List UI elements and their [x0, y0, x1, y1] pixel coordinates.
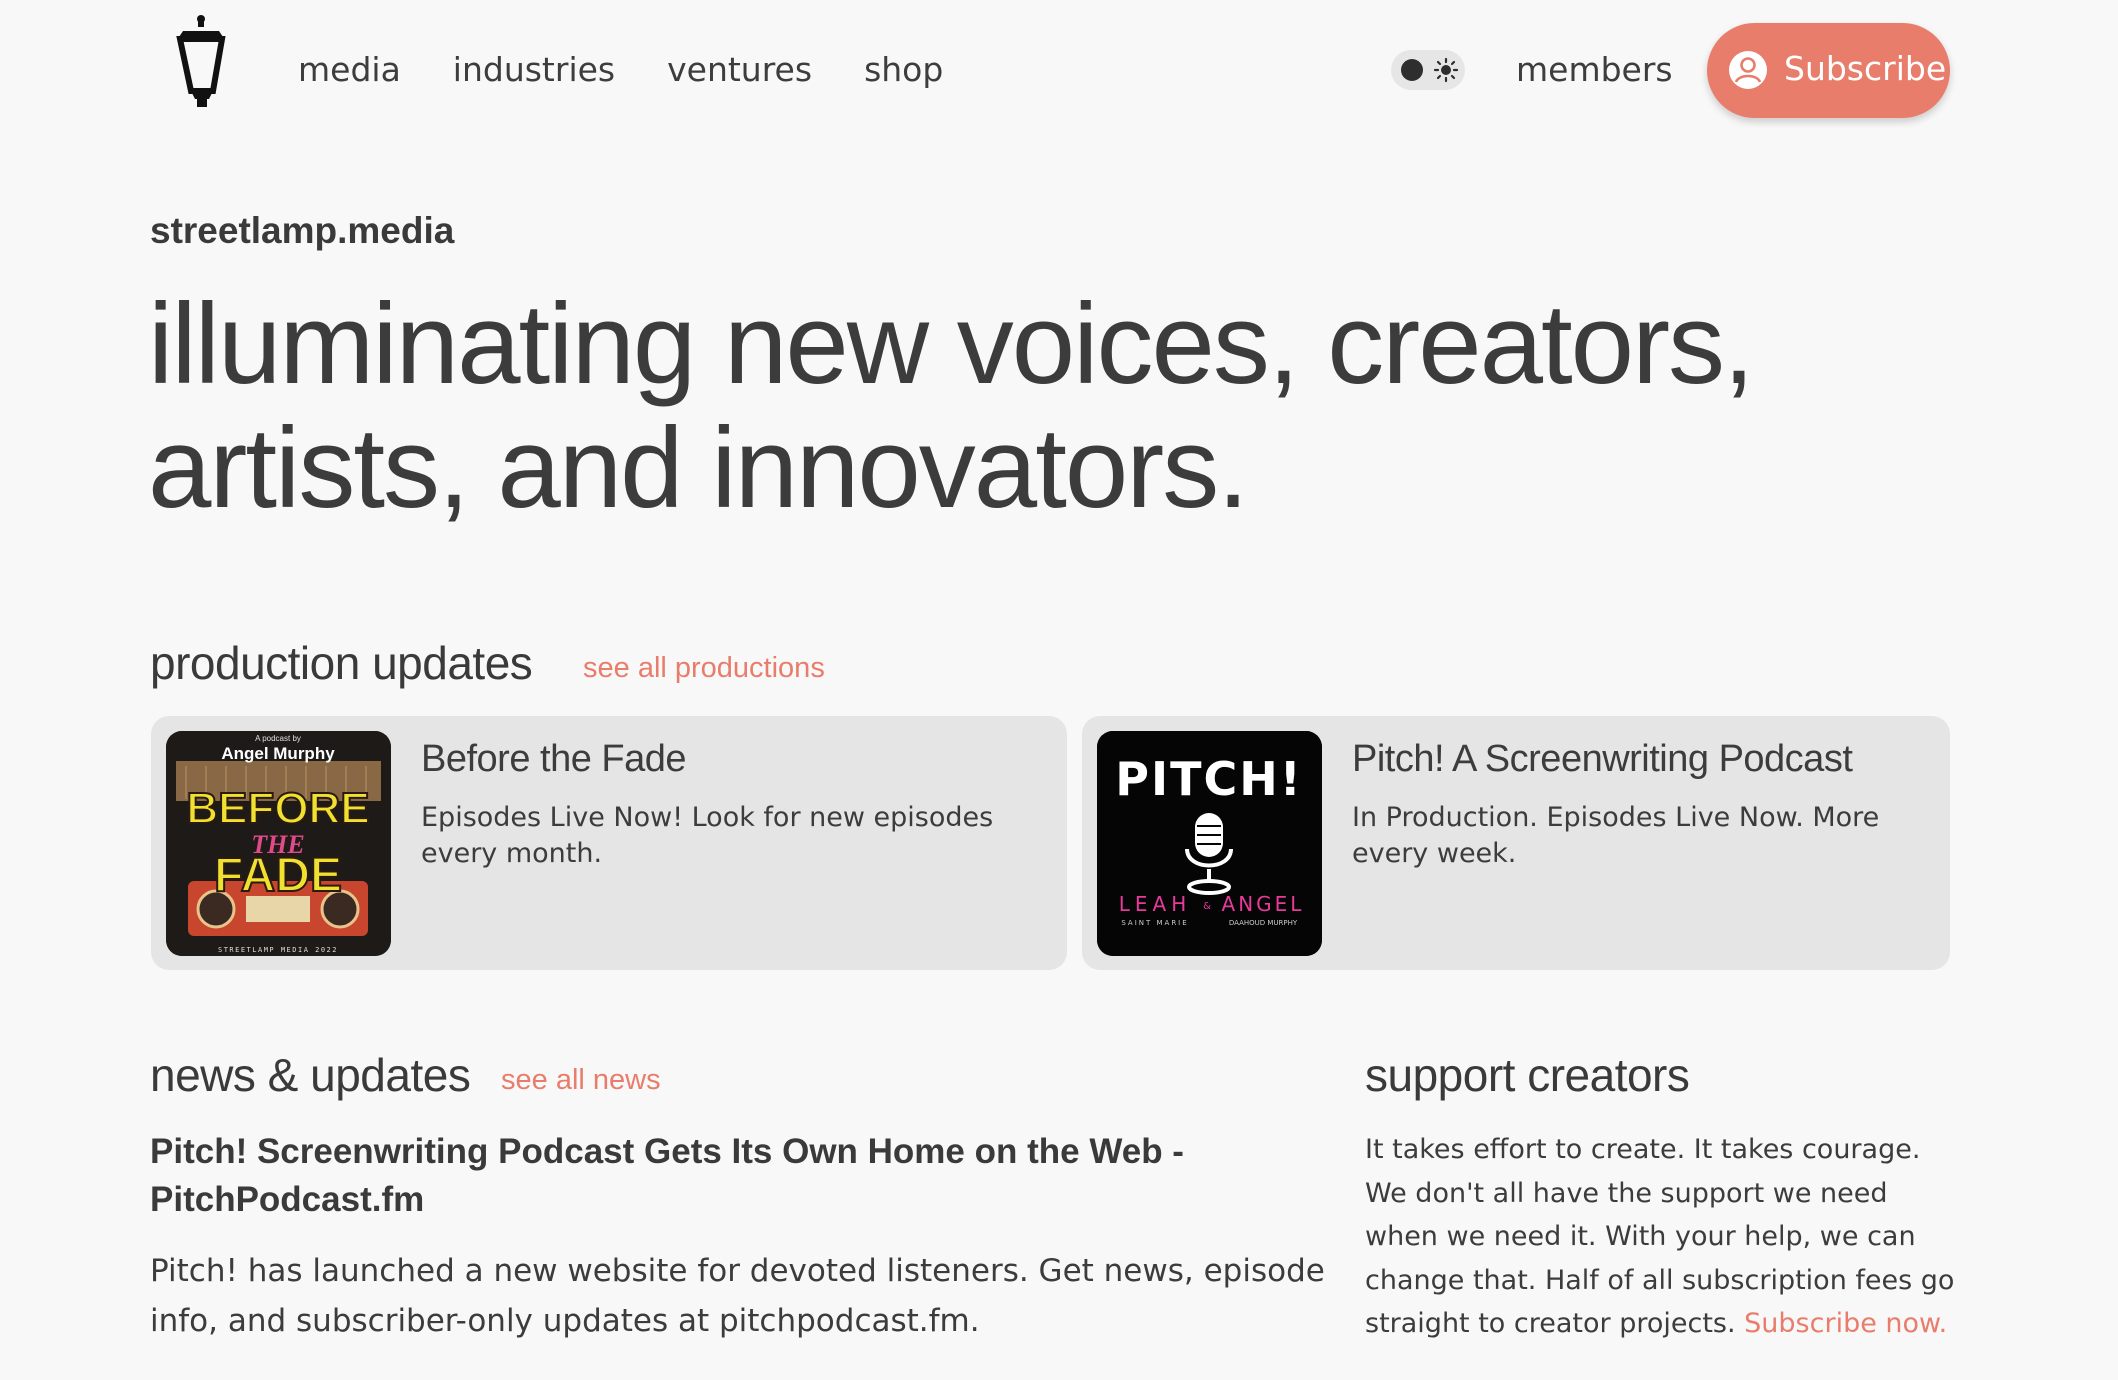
news-updates-title: news & updates [150, 1049, 471, 1101]
cover-host2: ANGEL [1222, 892, 1305, 916]
cover-kicker: A podcast by [255, 734, 301, 743]
moon-toggle-icon [1401, 59, 1423, 81]
cover-host2-sub: DAAHOUD MURPHY [1229, 919, 1298, 927]
theme-toggle[interactable] [1391, 50, 1465, 90]
nav-ventures[interactable]: ventures [667, 50, 812, 89]
production-card-pitch[interactable]: PITCH! LEAH & ANGEL SAINT MARIE DAAHOUD … [1082, 716, 1950, 970]
cover-amp: & [1203, 901, 1211, 912]
see-all-productions-link[interactable]: see all productions [583, 652, 825, 685]
main-nav: media industries ventures shop [298, 50, 943, 89]
nav-shop[interactable]: shop [864, 50, 943, 89]
nav-media[interactable]: media [298, 50, 401, 89]
card-description: Episodes Live Now! Look for new episodes… [421, 802, 994, 869]
cover-host1: LEAH [1119, 892, 1192, 916]
pitch-cover: PITCH! LEAH & ANGEL SAINT MARIE DAAHOUD … [1097, 731, 1322, 956]
see-all-news-link[interactable]: see all news [501, 1064, 661, 1097]
nav-industries[interactable]: industries [453, 50, 615, 89]
site-header: media industries ventures shop members S… [0, 0, 2118, 142]
cover-line3: FADE [214, 849, 342, 902]
hero-headline: illuminating new voices, creators, artis… [148, 281, 1755, 532]
sun-icon [1433, 57, 1459, 83]
subscribe-now-link[interactable]: Subscribe now. [1744, 1308, 1947, 1339]
card-title: Before the Fade [421, 738, 687, 780]
cover-pitch-title: PITCH! [1115, 752, 1302, 806]
user-icon [1729, 51, 1767, 89]
production-updates-title: production updates [150, 637, 533, 689]
card-description: In Production. Episodes Live Now. More e… [1352, 802, 1880, 869]
production-card-before-the-fade[interactable]: A podcast by Angel Murphy BEFORE THE FAD… [151, 716, 1067, 970]
card-title: Pitch! A Screenwriting Podcast [1352, 738, 1853, 780]
news-headline-link[interactable]: Pitch! Screenwriting Podcast Gets Its Ow… [150, 1128, 1350, 1224]
before-the-fade-cover: A podcast by Angel Murphy BEFORE THE FAD… [166, 731, 391, 956]
before-the-fade-art: A podcast by Angel Murphy BEFORE THE FAD… [166, 731, 391, 956]
cover-author: Angel Murphy [221, 744, 335, 763]
members-link[interactable]: members [1516, 50, 1673, 89]
support-creators-title: support creators [1365, 1049, 1690, 1101]
subscribe-button[interactable]: Subscribe [1707, 23, 1950, 118]
subscribe-label: Subscribe [1784, 49, 1947, 88]
cover-footer: STREETLAMP MEDIA 2022 [218, 946, 338, 954]
streetlamp-logo-icon[interactable] [163, 13, 235, 108]
pitch-art: PITCH! LEAH & ANGEL SAINT MARIE DAAHOUD … [1097, 731, 1322, 956]
site-name: streetlamp.media [150, 210, 455, 251]
support-text: It takes effort to create. It takes cour… [1365, 1128, 1965, 1346]
cover-line1: BEFORE [186, 784, 369, 833]
cover-host1-sub: SAINT MARIE [1121, 919, 1188, 927]
news-summary: Pitch! has launched a new website for de… [150, 1253, 1325, 1339]
